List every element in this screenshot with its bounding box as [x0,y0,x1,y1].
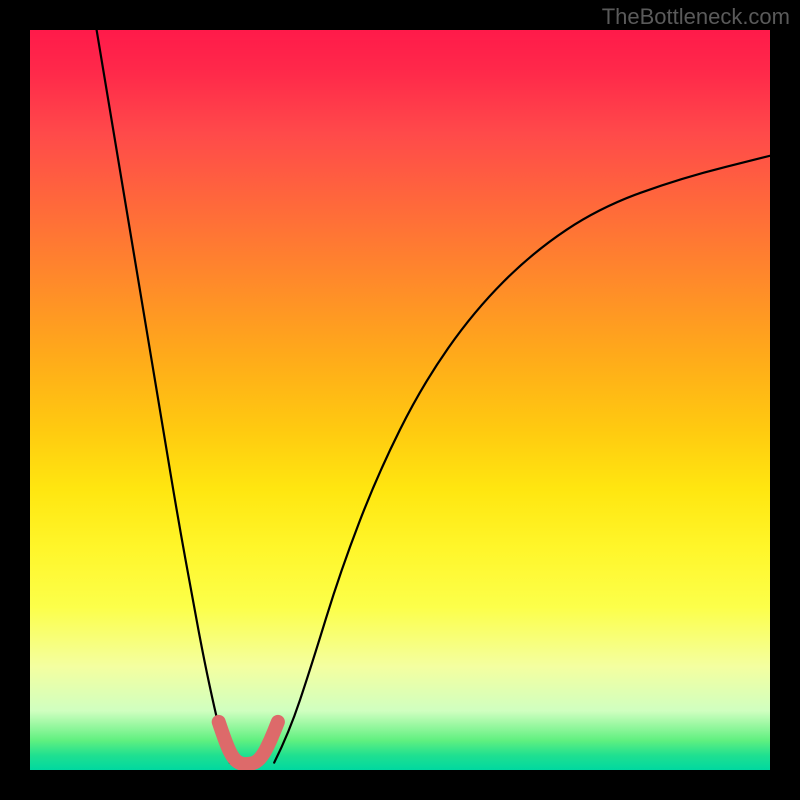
plot-area [30,30,770,770]
series-path [97,30,230,763]
watermark-text: TheBottleneck.com [602,4,790,30]
series-path [219,722,278,764]
curve-layer [30,30,770,770]
series-path [274,156,770,763]
